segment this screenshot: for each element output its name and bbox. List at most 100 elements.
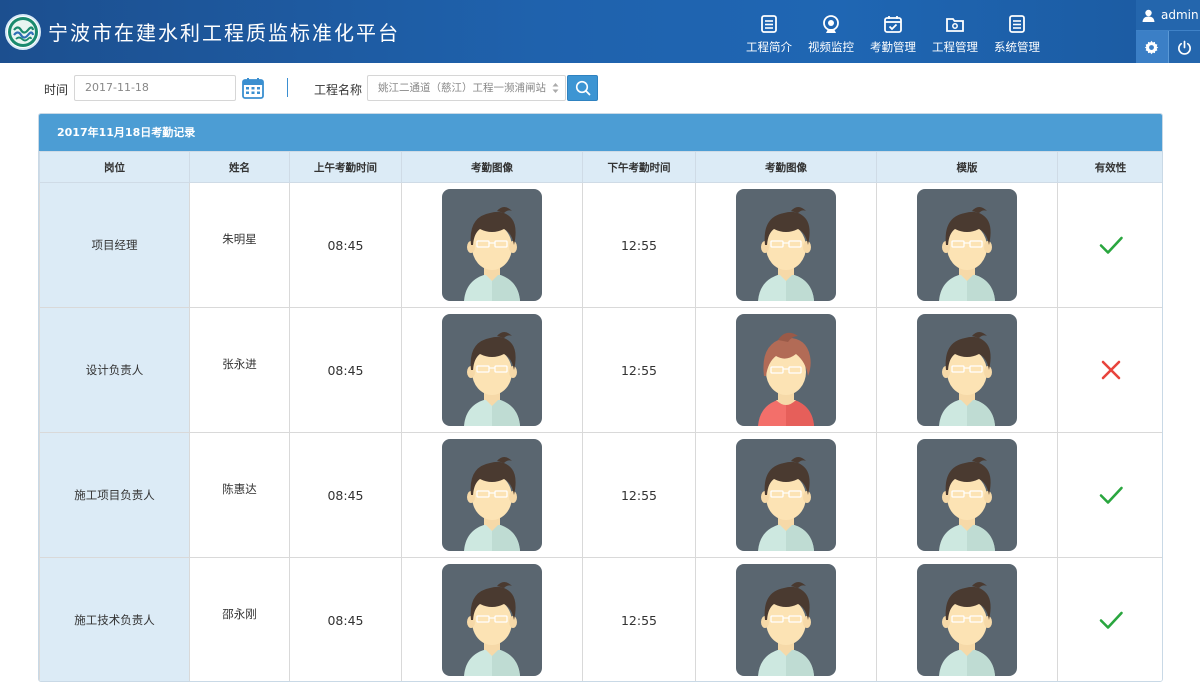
project-select[interactable]: 姚江二通道（慈江）工程一濒浦闸站 bbox=[367, 75, 566, 101]
column-header: 有效性 bbox=[1057, 151, 1162, 183]
template-photo[interactable] bbox=[917, 189, 1017, 301]
validity-cell bbox=[1057, 307, 1162, 433]
column-header: 姓名 bbox=[189, 151, 290, 183]
search-icon bbox=[575, 80, 590, 96]
column-header: 考勤图像 bbox=[401, 151, 583, 183]
logout-button[interactable] bbox=[1169, 31, 1200, 63]
am-photo-cell bbox=[401, 432, 583, 558]
pm-photo[interactable] bbox=[736, 564, 836, 676]
valid-check-icon bbox=[1099, 611, 1123, 629]
name-cell: 张永进 bbox=[189, 307, 290, 433]
template-photo-cell bbox=[876, 557, 1058, 681]
am-photo[interactable] bbox=[442, 314, 542, 426]
calendar-icon[interactable] bbox=[242, 77, 264, 99]
power-icon bbox=[1177, 40, 1191, 55]
validity-cell bbox=[1057, 182, 1162, 308]
filter-divider bbox=[287, 78, 288, 97]
am-photo[interactable] bbox=[442, 439, 542, 551]
search-button[interactable] bbox=[567, 75, 598, 101]
template-photo[interactable] bbox=[917, 439, 1017, 551]
am-time-cell: 08:45 bbox=[289, 557, 402, 681]
pm-time-cell: 12:55 bbox=[582, 557, 696, 681]
user-area: admin bbox=[1136, 0, 1200, 63]
panel-title: 2017年11月18日考勤记录 bbox=[39, 114, 1162, 151]
nav-item-system[interactable]: 系统管理 bbox=[986, 10, 1048, 56]
name-cell: 朱明星 bbox=[189, 182, 290, 308]
pm-photo[interactable] bbox=[736, 189, 836, 301]
person-name: 朱明星 bbox=[222, 232, 257, 246]
pm-time-cell: 12:55 bbox=[582, 432, 696, 558]
platform-title: 宁波市在建水利工程质监标准化平台 bbox=[48, 21, 400, 45]
table-header-row: 岗位 姓名 上午考勤时间 考勤图像 下午考勤时间 考勤图像 模版 有效性 bbox=[39, 151, 1162, 183]
template-photo-cell bbox=[876, 307, 1058, 433]
project-select-value: 姚江二通道（慈江）工程一濒浦闸站 bbox=[378, 82, 546, 94]
name-cell: 陈惠达 bbox=[189, 432, 290, 558]
attendance-panel: 2017年11月18日考勤记录 岗位 姓名 上午考勤时间 考勤图像 下午考勤时间… bbox=[38, 113, 1163, 682]
user-menu[interactable]: admin bbox=[1136, 0, 1200, 31]
nav-item-project-intro[interactable]: 工程简介 bbox=[738, 10, 800, 56]
attendance-table: 岗位 姓名 上午考勤时间 考勤图像 下午考勤时间 考勤图像 模版 有效性 项目经… bbox=[39, 151, 1162, 681]
app-header: 宁波市在建水利工程质监标准化平台 工程简介 视频监控 考勤管理 工程管理 系统管… bbox=[0, 0, 1200, 63]
table-row: 施工项目负责人 陈惠达 08:45 12:55 bbox=[39, 432, 1162, 558]
pm-photo-cell bbox=[695, 182, 877, 308]
table-row: 项目经理 朱明星 08:45 12:55 bbox=[39, 182, 1162, 308]
invalid-cross-icon bbox=[1101, 360, 1120, 380]
position-cell: 施工项目负责人 bbox=[39, 432, 190, 558]
calendar-check-icon bbox=[884, 16, 902, 33]
validity-cell bbox=[1057, 432, 1162, 558]
am-photo-cell bbox=[401, 557, 583, 681]
project-label: 工程名称 bbox=[314, 83, 363, 97]
column-header: 模版 bbox=[876, 151, 1058, 183]
am-time-cell: 08:45 bbox=[289, 307, 402, 433]
nav-item-project-manage[interactable]: 工程管理 bbox=[924, 10, 986, 56]
am-time-cell: 08:45 bbox=[289, 432, 402, 558]
template-photo[interactable] bbox=[917, 564, 1017, 676]
am-time-cell: 08:45 bbox=[289, 182, 402, 308]
gear-icon bbox=[1145, 40, 1159, 54]
nav-label: 系统管理 bbox=[994, 40, 1040, 54]
valid-check-icon bbox=[1099, 236, 1123, 254]
date-input[interactable]: 2017-11-18 bbox=[74, 75, 236, 101]
filter-bar: 时间 2017-11-18 工程名称 姚江二通道（慈江）工程一濒浦闸站 bbox=[0, 63, 1200, 113]
settings-button[interactable] bbox=[1136, 31, 1169, 63]
position-cell: 项目经理 bbox=[39, 182, 190, 308]
template-photo[interactable] bbox=[917, 314, 1017, 426]
nav-item-video[interactable]: 视频监控 bbox=[800, 10, 862, 56]
am-photo-cell bbox=[401, 307, 583, 433]
pm-photo-cell bbox=[695, 307, 877, 433]
column-header: 上午考勤时间 bbox=[289, 151, 402, 183]
name-cell: 邵永刚 bbox=[189, 557, 290, 681]
column-header: 岗位 bbox=[39, 151, 190, 183]
time-label: 时间 bbox=[44, 83, 69, 97]
logo-mark bbox=[8, 17, 38, 47]
position-cell: 设计负责人 bbox=[39, 307, 190, 433]
column-header: 考勤图像 bbox=[695, 151, 877, 183]
pm-time-cell: 12:55 bbox=[582, 182, 696, 308]
nav-item-attendance[interactable]: 考勤管理 bbox=[862, 10, 924, 56]
am-photo[interactable] bbox=[442, 564, 542, 676]
template-photo-cell bbox=[876, 182, 1058, 308]
username: admin bbox=[1161, 8, 1199, 22]
person-name: 张永进 bbox=[222, 357, 257, 371]
document-icon bbox=[761, 15, 777, 33]
am-photo[interactable] bbox=[442, 189, 542, 301]
pm-photo[interactable] bbox=[736, 314, 836, 426]
nav-label: 工程简介 bbox=[746, 40, 792, 54]
table-row: 设计负责人 张永进 08:45 12:55 bbox=[39, 307, 1162, 433]
platform-logo[interactable] bbox=[5, 14, 41, 50]
nav-label: 工程管理 bbox=[932, 40, 978, 54]
pm-photo[interactable] bbox=[736, 439, 836, 551]
validity-cell bbox=[1057, 557, 1162, 681]
main-nav: 工程简介 视频监控 考勤管理 工程管理 系统管理 bbox=[738, 10, 1048, 56]
position-cell: 施工技术负责人 bbox=[39, 557, 190, 681]
pm-photo-cell bbox=[695, 557, 877, 681]
template-photo-cell bbox=[876, 432, 1058, 558]
am-photo-cell bbox=[401, 182, 583, 308]
valid-check-icon bbox=[1099, 486, 1123, 504]
user-icon bbox=[1142, 9, 1155, 22]
pm-photo-cell bbox=[695, 432, 877, 558]
person-name: 邵永刚 bbox=[222, 607, 257, 621]
pm-time-cell: 12:55 bbox=[582, 307, 696, 433]
list-icon bbox=[1009, 15, 1025, 33]
person-name: 陈惠达 bbox=[222, 482, 257, 496]
